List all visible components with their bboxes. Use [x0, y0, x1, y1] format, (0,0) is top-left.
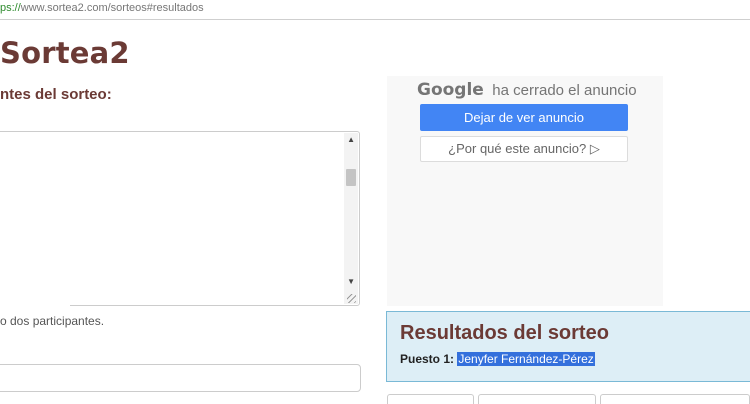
overlay-strip [0, 299, 70, 306]
scroll-thumb[interactable] [346, 169, 356, 186]
textarea-scrollbar[interactable]: ▲ ▼ [344, 133, 358, 304]
result-position-label: Puesto 1: [400, 352, 455, 366]
site-logo-title[interactable]: Sortea2 [0, 36, 130, 70]
scroll-up-arrow-icon[interactable]: ▲ [347, 136, 355, 144]
winner-name[interactable]: Jenyfer Fernández-Pérez [457, 352, 595, 366]
ad-closed-text: ha cerrado el anuncio [492, 82, 637, 99]
participants-textarea[interactable]: ▲ ▼ [0, 131, 360, 306]
result-row: Puesto 1: Jenyfer Fernández-Pérez [400, 352, 595, 366]
help-text: o dos participantes. [0, 314, 105, 328]
address-bar[interactable]: ps://www.sortea2.com/sorteos#resultados [0, 0, 750, 20]
resize-grip-icon[interactable] [347, 294, 356, 303]
action-button-1[interactable] [387, 394, 474, 404]
results-panel: Resultados del sorteo Puesto 1: Jenyfer … [386, 311, 750, 382]
ad-header: Google ha cerrado el anuncio [417, 80, 637, 100]
extra-input-field[interactable] [0, 364, 361, 392]
url-scheme: ps:// [0, 2, 21, 14]
results-title: Resultados del sorteo [400, 322, 609, 344]
participants-label: ntes del sorteo: [0, 86, 112, 103]
stop-seeing-ad-button[interactable]: Dejar de ver anuncio [420, 104, 628, 131]
action-button-2[interactable] [478, 394, 596, 404]
url-text[interactable]: ps://www.sortea2.com/sorteos#resultados [0, 2, 204, 14]
google-logo: Google [417, 80, 484, 100]
url-path: www.sortea2.com/sorteos#resultados [20, 2, 204, 14]
action-button-3[interactable] [600, 394, 750, 404]
why-this-ad-button[interactable]: ¿Por qué este anuncio? ▷ [420, 136, 628, 162]
ad-container: Google ha cerrado el anuncio Dejar de ve… [387, 76, 663, 306]
scroll-down-arrow-icon[interactable]: ▼ [347, 278, 355, 286]
